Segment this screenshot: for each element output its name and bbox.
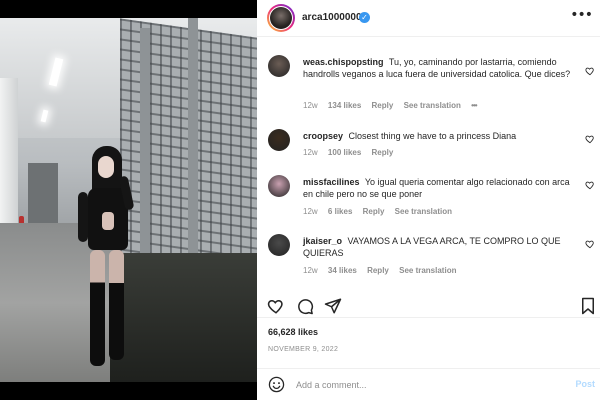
bookmark-icon[interactable] — [579, 297, 597, 315]
add-comment-input[interactable] — [296, 377, 546, 393]
comment-age: 12w — [303, 101, 318, 110]
person-leg — [90, 250, 105, 366]
comment-age: 12w — [303, 266, 318, 275]
comment-heart-icon[interactable] — [585, 66, 595, 76]
comment-meta: 12w 6 likes Reply See translation — [303, 207, 460, 216]
post-photo[interactable] — [0, 0, 257, 400]
person-arm — [78, 192, 88, 242]
photo-person — [78, 146, 138, 376]
comment-text-block: croopsey Closest thing we have to a prin… — [303, 130, 578, 142]
verified-badge-icon: ✓ — [359, 12, 370, 23]
comment-heart-icon[interactable] — [585, 180, 595, 190]
reply-button[interactable]: Reply — [363, 207, 385, 216]
comment-likes[interactable]: 6 likes — [328, 207, 352, 216]
comment-age: 12w — [303, 148, 318, 157]
person-leg — [109, 250, 124, 360]
share-icon[interactable] — [324, 297, 342, 315]
post-side-panel: arca1000000 ✓ ••• weas.chispopsting Tu, … — [257, 0, 600, 400]
author-username[interactable]: arca1000000 — [302, 12, 362, 23]
comment-heart-icon[interactable] — [585, 239, 595, 249]
see-translation-button[interactable]: See translation — [404, 101, 461, 110]
see-translation-button[interactable]: See translation — [395, 207, 452, 216]
avatar-image — [270, 7, 292, 29]
reply-button[interactable]: Reply — [367, 266, 389, 275]
emoji-icon[interactable] — [268, 376, 285, 393]
commenter-avatar[interactable] — [268, 55, 290, 77]
post-comment-button[interactable]: Post — [575, 379, 595, 389]
comment-icon[interactable] — [296, 297, 314, 315]
comment-text-block: weas.chispopsting Tu, yo, caminando por … — [303, 56, 578, 80]
comment-likes[interactable]: 100 likes — [328, 148, 361, 157]
author-avatar[interactable] — [267, 4, 295, 32]
commenter-username[interactable]: croopsey — [303, 131, 343, 141]
comment-likes[interactable]: 134 likes — [328, 101, 361, 110]
comment-text-block: jkaiser_o VAYAMOS A LA VEGA ARCA, TE COM… — [303, 235, 578, 259]
comment-meta: 12w 100 likes Reply — [303, 148, 401, 157]
more-options-icon[interactable]: ••• — [570, 7, 593, 23]
comment-text-block: missfacilines Yo igual queria comentar a… — [303, 176, 578, 200]
photo-image — [0, 18, 257, 382]
reply-button[interactable]: Reply — [372, 148, 394, 157]
add-comment-bar: Post — [257, 368, 600, 400]
comment-heart-icon[interactable] — [585, 134, 595, 144]
comments-list: weas.chispopsting Tu, yo, caminando por … — [257, 37, 600, 317]
commenter-username[interactable]: jkaiser_o — [303, 236, 342, 246]
commenter-avatar[interactable] — [268, 129, 290, 151]
person-face — [98, 156, 114, 178]
comment-text: Closest thing we have to a princess Dian… — [348, 131, 517, 141]
commenter-avatar[interactable] — [268, 175, 290, 197]
heart-icon[interactable] — [267, 297, 285, 315]
commenter-avatar[interactable] — [268, 234, 290, 256]
post-date: NOVEMBER 9, 2022 — [268, 346, 339, 353]
comment-likes[interactable]: 34 likes — [328, 266, 357, 275]
comment-meta: 12w 34 likes Reply See translation — [303, 266, 464, 275]
reply-button[interactable]: Reply — [372, 101, 394, 110]
commenter-username[interactable]: missfacilines — [303, 177, 360, 187]
see-translation-button[interactable]: See translation — [399, 266, 456, 275]
commenter-username[interactable]: weas.chispopsting — [303, 57, 384, 67]
likes-count[interactable]: 66,628 likes — [268, 327, 318, 337]
comment-more-icon[interactable]: ••• — [471, 101, 477, 110]
photo-corridor-door — [28, 163, 58, 225]
post-header: arca1000000 ✓ ••• — [257, 0, 600, 37]
comment-meta: 12w 134 likes Reply See translation ••• — [303, 101, 485, 110]
person-waist — [102, 212, 114, 230]
comment-age: 12w — [303, 207, 318, 216]
